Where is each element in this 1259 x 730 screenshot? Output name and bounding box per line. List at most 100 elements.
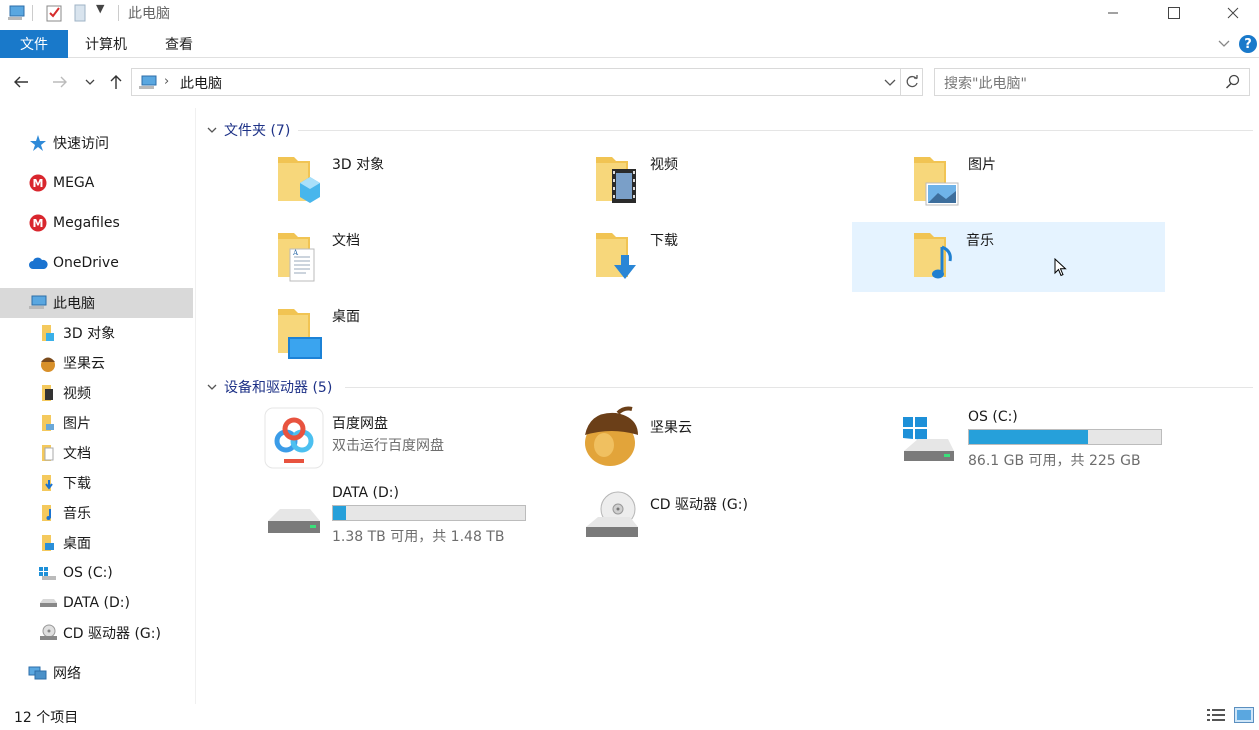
mega-icon: M bbox=[28, 173, 48, 193]
devices-group-header[interactable]: 设备和驱动器 (5) bbox=[206, 377, 332, 397]
drive-g[interactable]: CD 驱动器 (G:) bbox=[572, 481, 885, 551]
nav-label: 图片 bbox=[63, 416, 91, 432]
folders-group-header[interactable]: 文件夹 (7) bbox=[206, 120, 290, 140]
this-pc-icon[interactable] bbox=[6, 3, 26, 23]
videos-folder-icon bbox=[38, 383, 58, 403]
nav-this-pc[interactable]: 此电脑 bbox=[0, 288, 193, 318]
help-button[interactable]: ? bbox=[1239, 35, 1257, 53]
back-button[interactable] bbox=[9, 70, 33, 94]
folder-desktop[interactable]: 桌面 bbox=[254, 298, 567, 368]
documents-folder-icon: A bbox=[278, 233, 315, 282]
drive-free-space: 86.1 GB 可用，共 225 GB bbox=[968, 453, 1141, 469]
title-separator bbox=[118, 5, 119, 21]
chevron-down-icon bbox=[207, 384, 217, 390]
drive-free-space: 1.38 TB 可用，共 1.48 TB bbox=[332, 529, 505, 545]
search-placeholder: 搜索"此电脑" bbox=[944, 76, 1027, 92]
address-dropdown-icon[interactable] bbox=[882, 73, 898, 91]
device-name: 坚果云 bbox=[650, 420, 692, 436]
folder-downloads[interactable]: 下载 bbox=[572, 222, 885, 292]
desktop-folder-icon bbox=[38, 533, 58, 553]
nav-label: 网络 bbox=[53, 666, 81, 682]
customize-qa-dropdown-icon[interactable]: ▼ bbox=[96, 2, 104, 15]
address-bar[interactable]: › 此电脑 bbox=[131, 68, 901, 96]
recent-locations-button[interactable] bbox=[80, 70, 100, 94]
maximize-icon bbox=[1168, 7, 1180, 19]
search-box[interactable]: 搜索"此电脑" bbox=[934, 68, 1250, 96]
this-pc-icon bbox=[139, 75, 157, 89]
nav-label: 下载 bbox=[63, 476, 91, 492]
forward-arrow-icon bbox=[53, 76, 67, 88]
nav-mega[interactable]: M MEGA bbox=[0, 168, 193, 198]
nav-pictures[interactable]: 图片 bbox=[0, 408, 193, 438]
nav-desktop[interactable]: 桌面 bbox=[0, 528, 193, 558]
folder-videos[interactable]: 视频 bbox=[572, 146, 885, 216]
nav-label: 视频 bbox=[63, 386, 91, 402]
folder-name: 3D 对象 bbox=[332, 157, 385, 173]
device-jianguoyun[interactable]: 坚果云 bbox=[572, 405, 885, 475]
nav-music[interactable]: 音乐 bbox=[0, 498, 193, 528]
properties-icon[interactable] bbox=[44, 3, 64, 23]
title-bar: ▼ 此电脑 bbox=[0, 0, 1259, 26]
nav-network[interactable]: 网络 bbox=[0, 658, 193, 688]
group-title: 设备和驱动器 (5) bbox=[224, 380, 333, 396]
expand-ribbon-icon[interactable] bbox=[1217, 36, 1231, 50]
nav-onedrive[interactable]: OneDrive bbox=[0, 248, 193, 278]
tab-file[interactable]: 文件 bbox=[0, 30, 68, 58]
folder-name: 音乐 bbox=[966, 233, 994, 249]
refresh-button[interactable] bbox=[901, 68, 923, 96]
music-folder-icon bbox=[914, 233, 952, 279]
forward-button[interactable] bbox=[48, 70, 72, 94]
details-view-icon[interactable] bbox=[1206, 707, 1226, 723]
svg-text:M: M bbox=[33, 217, 44, 230]
device-baidu-netdisk[interactable]: 百度网盘 双击运行百度网盘 bbox=[254, 405, 567, 475]
nav-3d-objects[interactable]: 3D 对象 bbox=[0, 318, 193, 348]
up-button[interactable] bbox=[104, 70, 128, 94]
nav-drive-c[interactable]: OS (C:) bbox=[0, 558, 193, 588]
mega-icon: M bbox=[28, 213, 48, 233]
drive-c[interactable]: OS (C:) 86.1 GB 可用，共 225 GB bbox=[890, 405, 1203, 475]
nav-downloads[interactable]: 下载 bbox=[0, 468, 193, 498]
breadcrumb-separator-icon[interactable]: › bbox=[164, 74, 169, 89]
svg-text:M: M bbox=[33, 177, 44, 190]
nav-label: 快速访问 bbox=[53, 136, 109, 152]
device-name: 百度网盘 bbox=[332, 416, 388, 432]
tab-computer[interactable]: 计算机 bbox=[85, 30, 127, 58]
folder-music[interactable]: 音乐 bbox=[852, 222, 1165, 292]
this-pc-icon bbox=[28, 293, 48, 313]
drive-d[interactable]: DATA (D:) 1.38 TB 可用，共 1.48 TB bbox=[254, 481, 567, 551]
nav-drive-d[interactable]: DATA (D:) bbox=[0, 588, 193, 618]
star-icon bbox=[28, 133, 48, 153]
music-folder-icon bbox=[38, 503, 58, 523]
baidu-netdisk-icon bbox=[264, 407, 324, 469]
nav-label: OS (C:) bbox=[63, 565, 113, 581]
folder-name: 下载 bbox=[650, 233, 678, 249]
window-title: 此电脑 bbox=[128, 6, 170, 22]
nav-drive-g[interactable]: CD 驱动器 (G:) bbox=[0, 618, 193, 648]
nav-quick-access[interactable]: 快速访问 bbox=[0, 128, 193, 158]
folder-documents[interactable]: A 文档 bbox=[254, 222, 567, 292]
folder-name: 视频 bbox=[650, 157, 678, 173]
large-icons-view-icon[interactable] bbox=[1234, 707, 1254, 723]
svg-text:A: A bbox=[292, 249, 299, 257]
nav-videos[interactable]: 视频 bbox=[0, 378, 193, 408]
nav-megafiles[interactable]: M Megafiles bbox=[0, 208, 193, 238]
nav-label: MEGA bbox=[53, 175, 95, 191]
nav-documents[interactable]: 文档 bbox=[0, 438, 193, 468]
downloads-folder-icon bbox=[38, 473, 58, 493]
close-icon bbox=[1227, 7, 1239, 19]
nav-jianguoyun[interactable]: 坚果云 bbox=[0, 348, 193, 378]
breadcrumb-this-pc[interactable]: 此电脑 bbox=[180, 73, 222, 93]
folder-pictures[interactable]: 图片 bbox=[890, 146, 1203, 216]
folder-3d-objects[interactable]: 3D 对象 bbox=[254, 146, 567, 216]
search-icon[interactable] bbox=[1225, 74, 1241, 90]
maximize-button[interactable] bbox=[1145, 0, 1203, 26]
downloads-folder-icon bbox=[596, 233, 636, 279]
minimize-button[interactable] bbox=[1084, 0, 1142, 26]
tab-view[interactable]: 查看 bbox=[165, 30, 193, 58]
close-button[interactable] bbox=[1204, 0, 1259, 26]
new-folder-icon[interactable] bbox=[70, 3, 90, 23]
drive-c-usage-fill bbox=[969, 430, 1089, 444]
drive-name: OS (C:) bbox=[968, 409, 1018, 425]
nav-label: 桌面 bbox=[63, 536, 91, 552]
network-icon bbox=[28, 663, 48, 683]
